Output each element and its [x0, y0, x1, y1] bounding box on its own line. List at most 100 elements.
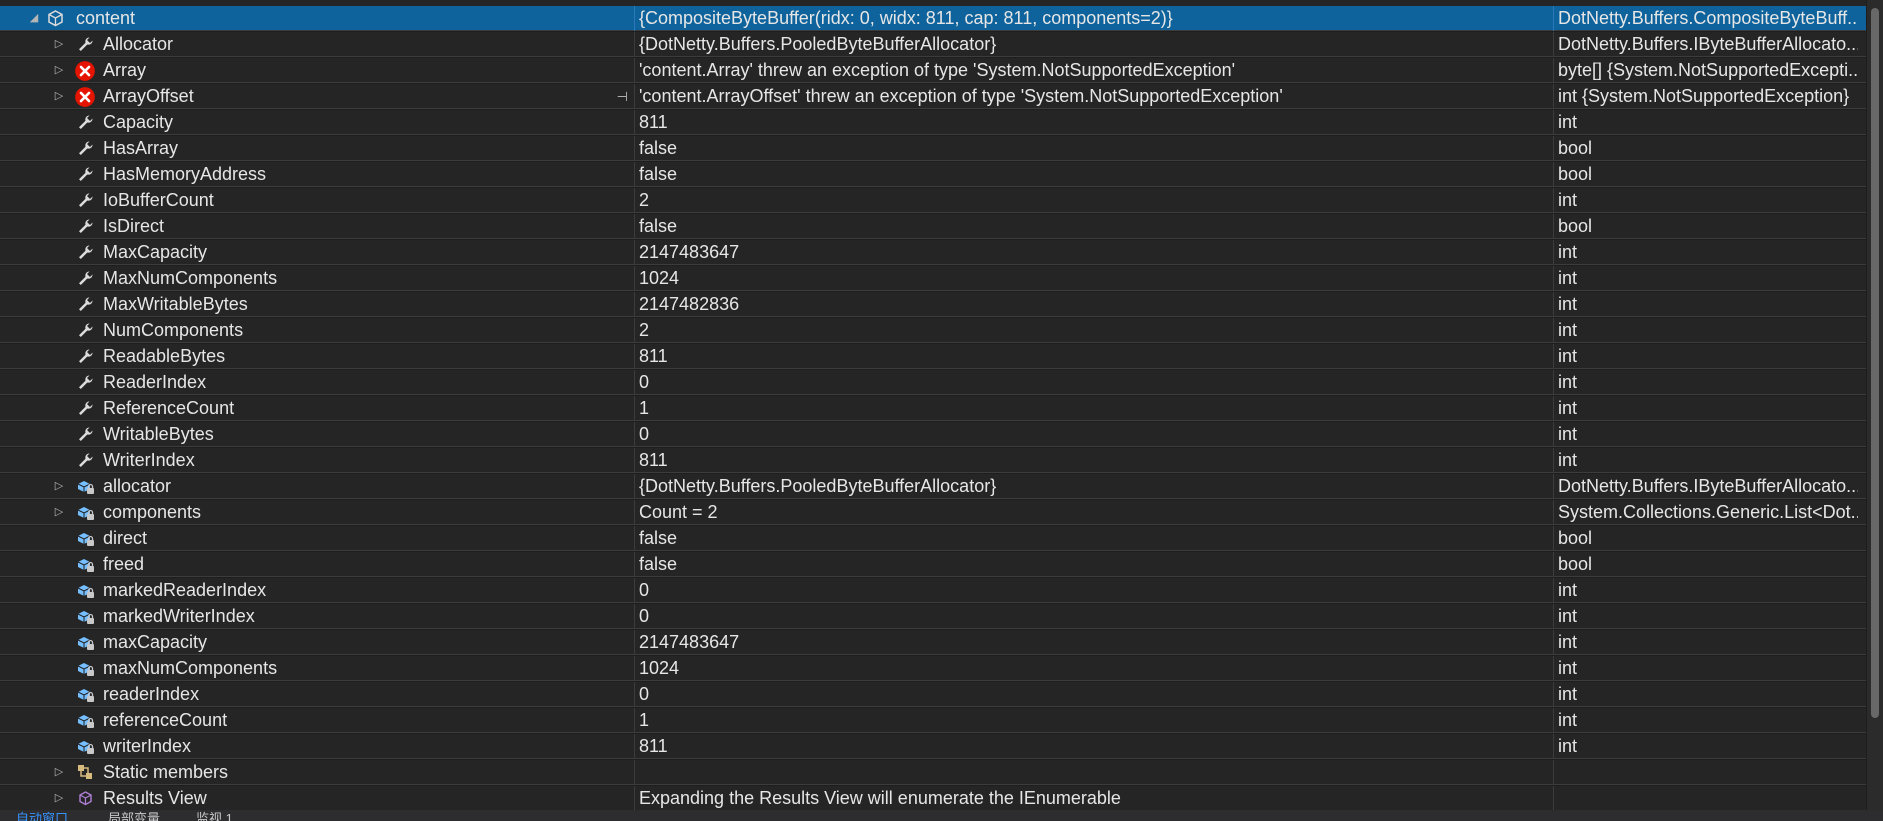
name-cell: ▷ ArrayOffset ⊣	[0, 84, 634, 109]
tree-row-max-num-components[interactable]: maxNumComponents 1024 int	[0, 656, 1866, 681]
variable-name: content	[76, 8, 136, 28]
value-cell[interactable]: 811	[634, 448, 1553, 473]
value-cell[interactable]: 0	[634, 578, 1553, 603]
variable-name: HasMemoryAddress	[103, 164, 267, 184]
pin-icon[interactable]: ⊣	[617, 84, 628, 109]
expand-arrow-icon[interactable]: ▷	[52, 32, 66, 57]
tree-row-reader-index[interactable]: readerIndex 0 int	[0, 682, 1866, 707]
tree-row-num-components[interactable]: NumComponents 2 int	[0, 318, 1866, 343]
tree-row-results-view[interactable]: ▷ Results View Expanding the Results View …	[0, 786, 1866, 810]
variable-name: Results View	[103, 788, 207, 808]
expand-arrow-icon[interactable]: ▷	[52, 84, 66, 109]
variable-name: NumComponents	[103, 320, 244, 340]
value-cell[interactable]: {DotNetty.Buffers.PooledByteBufferAlloca…	[634, 474, 1553, 499]
type-cell: System.Collections.Generic.List<Dot...	[1553, 500, 1858, 525]
value-cell[interactable]: 1024	[634, 266, 1553, 291]
private-field-icon	[77, 689, 94, 702]
tree-row-marked-writer-index[interactable]: markedWriterIndex 0 int	[0, 604, 1866, 629]
tree-row-direct[interactable]: direct false bool	[0, 526, 1866, 551]
type-cell: DotNetty.Buffers.IByteBufferAllocato...	[1553, 32, 1858, 57]
tree-row-marked-reader-index[interactable]: markedReaderIndex 0 int	[0, 578, 1866, 603]
value-cell[interactable]: 2	[634, 318, 1553, 343]
tree-row-has-memory-address[interactable]: HasMemoryAddress false bool	[0, 162, 1866, 187]
tree-row-reader-index[interactable]: ReaderIndex 0 int	[0, 370, 1866, 395]
tree-row-allocator[interactable]: ▷ Allocator {DotNetty.Buffers.PooledByteBu…	[0, 32, 1866, 57]
object-icon	[48, 10, 63, 27]
collapse-arrow-icon[interactable]: ◢	[27, 6, 41, 31]
value-cell[interactable]: {DotNetty.Buffers.PooledByteBufferAlloca…	[634, 32, 1553, 57]
name-cell: ReadableBytes	[0, 344, 634, 369]
tree-row-max-num-components[interactable]: MaxNumComponents 1024 int	[0, 266, 1866, 291]
variable-name: IoBufferCount	[103, 190, 214, 210]
expand-arrow-icon[interactable]: ▷	[52, 500, 66, 525]
tree-row-max-writable-bytes[interactable]: MaxWritableBytes 2147482836 int	[0, 292, 1866, 317]
value-cell[interactable]: 2147483647	[634, 630, 1553, 655]
tree-row-max-capacity[interactable]: maxCapacity 2147483647 int	[0, 630, 1866, 655]
value-cell[interactable]: 811	[634, 734, 1553, 759]
tab-watch-1[interactable]: 监视 1	[196, 810, 276, 821]
bottom-tab-bar: 自动窗口 局部变量 监视 1	[0, 810, 1883, 821]
value-cell[interactable]: 2147482836	[634, 292, 1553, 317]
vertical-scrollbar[interactable]	[1867, 0, 1883, 810]
tab-locals[interactable]: 局部变量	[108, 810, 188, 821]
name-cell: ▷ Array	[0, 58, 634, 83]
value-cell[interactable]: 2147483647	[634, 240, 1553, 265]
wrench-icon	[79, 349, 93, 363]
tree-row-content[interactable]: ◢ content {CompositeByteBuffer(ridx: 0, …	[0, 6, 1866, 31]
tree-row-reference-count[interactable]: ReferenceCount 1 int	[0, 396, 1866, 421]
value-cell[interactable]: false	[634, 526, 1553, 551]
value-cell[interactable]: Count = 2	[634, 500, 1553, 525]
tree-row-freed[interactable]: freed false bool	[0, 552, 1866, 577]
tree-row-writable-bytes[interactable]: WritableBytes 0 int	[0, 422, 1866, 447]
name-cell: ▷ Static members	[0, 760, 634, 785]
tree-row-allocator[interactable]: ▷ allocator {DotNetty.Buffers.PooledByteBu…	[0, 474, 1866, 499]
value-cell[interactable]: 0	[634, 370, 1553, 395]
tree-row-components[interactable]: ▷ components Count = 2 System.Collections.G…	[0, 500, 1866, 525]
variable-name: ArrayOffset	[103, 86, 194, 106]
value-cell[interactable]: {CompositeByteBuffer(ridx: 0, widx: 811,…	[634, 6, 1553, 31]
value-cell[interactable]: Expanding the Results View will enumerat…	[634, 786, 1553, 810]
scrollbar-thumb[interactable]	[1871, 8, 1879, 718]
expand-arrow-icon[interactable]: ▷	[52, 474, 66, 499]
value-cell[interactable]: 0	[634, 422, 1553, 447]
value-cell[interactable]: 0	[634, 604, 1553, 629]
tree-row-array[interactable]: ▷ Array 'content.Array' threw an exception…	[0, 58, 1866, 83]
value-cell[interactable]: false	[634, 162, 1553, 187]
value-cell[interactable]: 811	[634, 110, 1553, 135]
tree-row-max-capacity[interactable]: MaxCapacity 2147483647 int	[0, 240, 1866, 265]
value-cell[interactable]: 1	[634, 708, 1553, 733]
expand-arrow-icon[interactable]: ▷	[52, 760, 66, 785]
tree-row-writer-index[interactable]: writerIndex 811 int	[0, 734, 1866, 759]
tab-autos[interactable]: 自动窗口	[16, 810, 96, 821]
expand-arrow-icon[interactable]: ▷	[52, 58, 66, 83]
tree-row-is-direct[interactable]: IsDirect false bool	[0, 214, 1866, 239]
value-cell[interactable]: false	[634, 136, 1553, 161]
value-cell[interactable]	[634, 760, 1553, 785]
value-cell[interactable]: 'content.Array' threw an exception of ty…	[634, 58, 1553, 83]
tree-row-writer-index[interactable]: WriterIndex 811 int	[0, 448, 1866, 473]
variable-name: Static members	[103, 762, 229, 782]
tree-row-readable-bytes[interactable]: ReadableBytes 811 int	[0, 344, 1866, 369]
name-cell: MaxWritableBytes	[0, 292, 634, 317]
wrench-icon	[79, 323, 93, 337]
type-cell: int	[1553, 630, 1858, 655]
value-cell[interactable]: 2	[634, 188, 1553, 213]
tree-row-io-buffer-count[interactable]: IoBufferCount 2 int	[0, 188, 1866, 213]
expand-arrow-icon[interactable]: ▷	[52, 786, 66, 810]
variable-name: markedWriterIndex	[103, 606, 255, 626]
tree-row-reference-count[interactable]: referenceCount 1 int	[0, 708, 1866, 733]
tree-row-capacity[interactable]: Capacity 811 int	[0, 110, 1866, 135]
tree-row-static-members[interactable]: ▷ Static members	[0, 760, 1866, 785]
value-cell[interactable]: 0	[634, 682, 1553, 707]
variable-name: WriterIndex	[103, 450, 195, 470]
tree-row-array-offset[interactable]: ▷ ArrayOffset ⊣'content.ArrayOffset' threw…	[0, 84, 1866, 109]
private-field-icon	[77, 741, 94, 754]
wrench-icon	[79, 375, 93, 389]
value-cell[interactable]: 1	[634, 396, 1553, 421]
value-cell[interactable]: false	[634, 214, 1553, 239]
tree-row-has-array[interactable]: HasArray false bool	[0, 136, 1866, 161]
value-cell[interactable]: false	[634, 552, 1553, 577]
value-cell[interactable]: 811	[634, 344, 1553, 369]
value-cell[interactable]: 1024	[634, 656, 1553, 681]
value-cell[interactable]: 'content.ArrayOffset' threw an exception…	[634, 84, 1553, 109]
